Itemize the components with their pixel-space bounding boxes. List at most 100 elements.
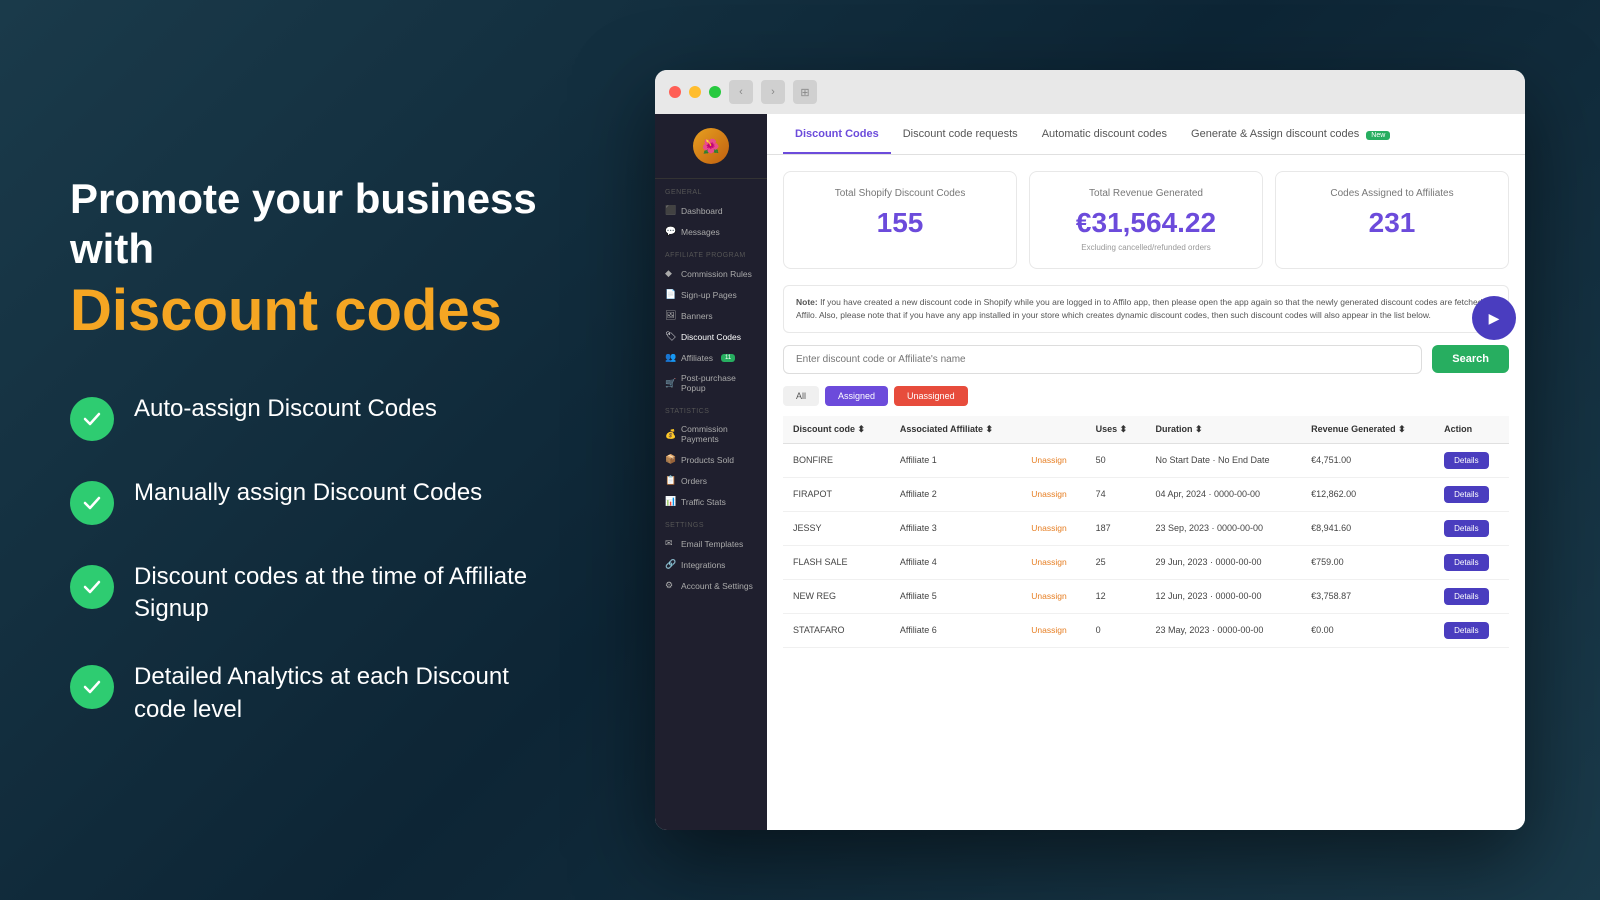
tab-automatic-discount[interactable]: Automatic discount codes <box>1030 114 1179 154</box>
browser-main: 🌺 GENERAL ⬛ Dashboard 💬 Messages AFFILIA… <box>655 114 1525 830</box>
sidebar-logo: 🌺 <box>655 114 767 179</box>
col-action: Action <box>1434 416 1509 444</box>
sidebar-item-label: Post-purchase Popup <box>681 373 757 393</box>
cell-uses: 25 <box>1086 545 1146 579</box>
sidebar-item-email-templates[interactable]: ✉ Email Templates <box>655 533 767 554</box>
cell-affiliate: Affiliate 6 <box>890 613 1021 647</box>
unassign-link[interactable]: Unassign <box>1031 489 1066 499</box>
headline-line1: Promote your business with <box>70 174 550 275</box>
fullscreen-dot[interactable] <box>709 86 721 98</box>
sidebar-item-account-settings[interactable]: ⚙ Account & Settings <box>655 575 767 596</box>
details-button[interactable]: Details <box>1444 486 1488 503</box>
cell-affiliate: Affiliate 1 <box>890 443 1021 477</box>
sidebar-item-commission-payments[interactable]: 💰 Commission Payments <box>655 419 767 449</box>
unassign-link[interactable]: Unassign <box>1031 557 1066 567</box>
details-button[interactable]: Details <box>1444 520 1488 537</box>
search-input[interactable] <box>783 345 1422 374</box>
filter-all-button[interactable]: All <box>783 386 819 406</box>
email-icon: ✉ <box>665 538 675 549</box>
filter-row: All Assigned Unassigned <box>767 386 1525 416</box>
cell-code: FLASH SALE <box>783 545 890 579</box>
left-panel: Promote your business with Discount code… <box>0 114 620 786</box>
products-icon: 📦 <box>665 454 675 465</box>
col-associated-affiliate: Associated Affiliate ⬍ <box>890 416 1021 444</box>
stat-revenue: Total Revenue Generated €31,564.22 Exclu… <box>1029 171 1263 269</box>
note-box: Note: If you have created a new discount… <box>783 285 1509 333</box>
post-purchase-icon: 🛒 <box>665 378 675 389</box>
discount-icon: 🏷 <box>665 331 675 342</box>
cell-code: FIRAPOT <box>783 477 890 511</box>
sidebar-item-banners[interactable]: 🖼 Banners <box>655 305 767 326</box>
cell-affiliate: Affiliate 5 <box>890 579 1021 613</box>
sidebar-item-integrations[interactable]: 🔗 Integrations <box>655 554 767 575</box>
sidebar-item-label: Commission Rules <box>681 269 752 279</box>
forward-button[interactable]: › <box>761 80 785 104</box>
cell-duration: No Start Date · No End Date <box>1145 443 1301 477</box>
search-row: Search <box>767 345 1525 386</box>
sidebar-item-post-purchase[interactable]: 🛒 Post-purchase Popup <box>655 368 767 398</box>
details-button[interactable]: Details <box>1444 554 1488 571</box>
sidebar-item-label: Affiliates <box>681 353 713 363</box>
cell-action: Details <box>1434 579 1509 613</box>
col-uses: Uses ⬍ <box>1086 416 1146 444</box>
sidebar-item-label: Discount Codes <box>681 332 741 342</box>
minimize-dot[interactable] <box>689 86 701 98</box>
details-button[interactable]: Details <box>1444 622 1488 639</box>
unassign-link[interactable]: Unassign <box>1031 591 1066 601</box>
sidebar-item-signup-pages[interactable]: 📄 Sign-up Pages <box>655 284 767 305</box>
table-header-row: Discount code ⬍ Associated Affiliate ⬍ U… <box>783 416 1509 444</box>
signup-icon: 📄 <box>665 289 675 300</box>
filter-assigned-button[interactable]: Assigned <box>825 386 888 406</box>
details-button[interactable]: Details <box>1444 452 1488 469</box>
close-dot[interactable] <box>669 86 681 98</box>
settings-icon: ⚙ <box>665 580 675 591</box>
sidebar-item-orders[interactable]: 📋 Orders <box>655 470 767 491</box>
cell-unassign: Unassign <box>1021 477 1085 511</box>
affiliates-badge: 11 <box>721 354 735 362</box>
table-row: FLASH SALE Affiliate 4 Unassign 25 29 Ju… <box>783 545 1509 579</box>
content-area: Discount Codes Discount code requests Au… <box>767 114 1525 830</box>
headline-line2: Discount codes <box>70 279 550 343</box>
details-button[interactable]: Details <box>1444 588 1488 605</box>
feature-item-analytics: Detailed Analytics at each Discount code… <box>70 661 550 726</box>
cell-affiliate: Affiliate 4 <box>890 545 1021 579</box>
play-button[interactable]: ▶ <box>1472 296 1516 340</box>
search-button[interactable]: Search <box>1432 345 1509 373</box>
sidebar-item-label: Commission Payments <box>681 424 757 444</box>
sidebar-item-commission-rules[interactable]: ◆ Commission Rules <box>655 263 767 284</box>
browser-wrapper: ‹ › ⊞ 🌺 GENERAL ⬛ Dashboard 💬 Messages <box>620 50 1600 850</box>
table-row: FIRAPOT Affiliate 2 Unassign 74 04 Apr, … <box>783 477 1509 511</box>
sidebar-item-label: Integrations <box>681 560 725 570</box>
back-button[interactable]: ‹ <box>729 80 753 104</box>
cell-duration: 04 Apr, 2024 · 0000-00-00 <box>1145 477 1301 511</box>
stat-codes-assigned-value: 231 <box>1288 207 1496 239</box>
feature-list: Auto-assign Discount Codes Manually assi… <box>70 393 550 727</box>
sidebar-item-discount-codes[interactable]: 🏷 Discount Codes <box>655 326 767 347</box>
cell-unassign: Unassign <box>1021 443 1085 477</box>
sidebar-item-products-sold[interactable]: 📦 Products Sold <box>655 449 767 470</box>
cell-unassign: Unassign <box>1021 511 1085 545</box>
check-icon <box>70 565 114 609</box>
tab-discount-requests[interactable]: Discount code requests <box>891 114 1030 154</box>
sidebar-item-affiliates[interactable]: 👥 Affiliates 11 <box>655 347 767 368</box>
unassign-link[interactable]: Unassign <box>1031 455 1066 465</box>
unassign-link[interactable]: Unassign <box>1031 523 1066 533</box>
cell-action: Details <box>1434 477 1509 511</box>
stat-revenue-label: Total Revenue Generated <box>1042 188 1250 199</box>
statistics-section-label: STATISTICS <box>655 398 767 419</box>
cell-affiliate: Affiliate 2 <box>890 477 1021 511</box>
sidebar-item-traffic-stats[interactable]: 📊 Traffic Stats <box>655 491 767 512</box>
grid-button[interactable]: ⊞ <box>793 80 817 104</box>
logo-icon: 🌺 <box>693 128 729 164</box>
sidebar-item-messages[interactable]: 💬 Messages <box>655 221 767 242</box>
table-row: BONFIRE Affiliate 1 Unassign 50 No Start… <box>783 443 1509 477</box>
tab-discount-codes[interactable]: Discount Codes <box>783 114 891 154</box>
unassign-link[interactable]: Unassign <box>1031 625 1066 635</box>
tab-generate-assign[interactable]: Generate & Assign discount codes New <box>1179 114 1402 154</box>
sidebar-item-label: Messages <box>681 227 720 237</box>
cell-revenue: €8,941.60 <box>1301 511 1434 545</box>
sidebar: 🌺 GENERAL ⬛ Dashboard 💬 Messages AFFILIA… <box>655 114 767 830</box>
filter-unassigned-button[interactable]: Unassigned <box>894 386 968 406</box>
stat-codes-assigned: Codes Assigned to Affiliates 231 <box>1275 171 1509 269</box>
sidebar-item-dashboard[interactable]: ⬛ Dashboard <box>655 200 767 221</box>
